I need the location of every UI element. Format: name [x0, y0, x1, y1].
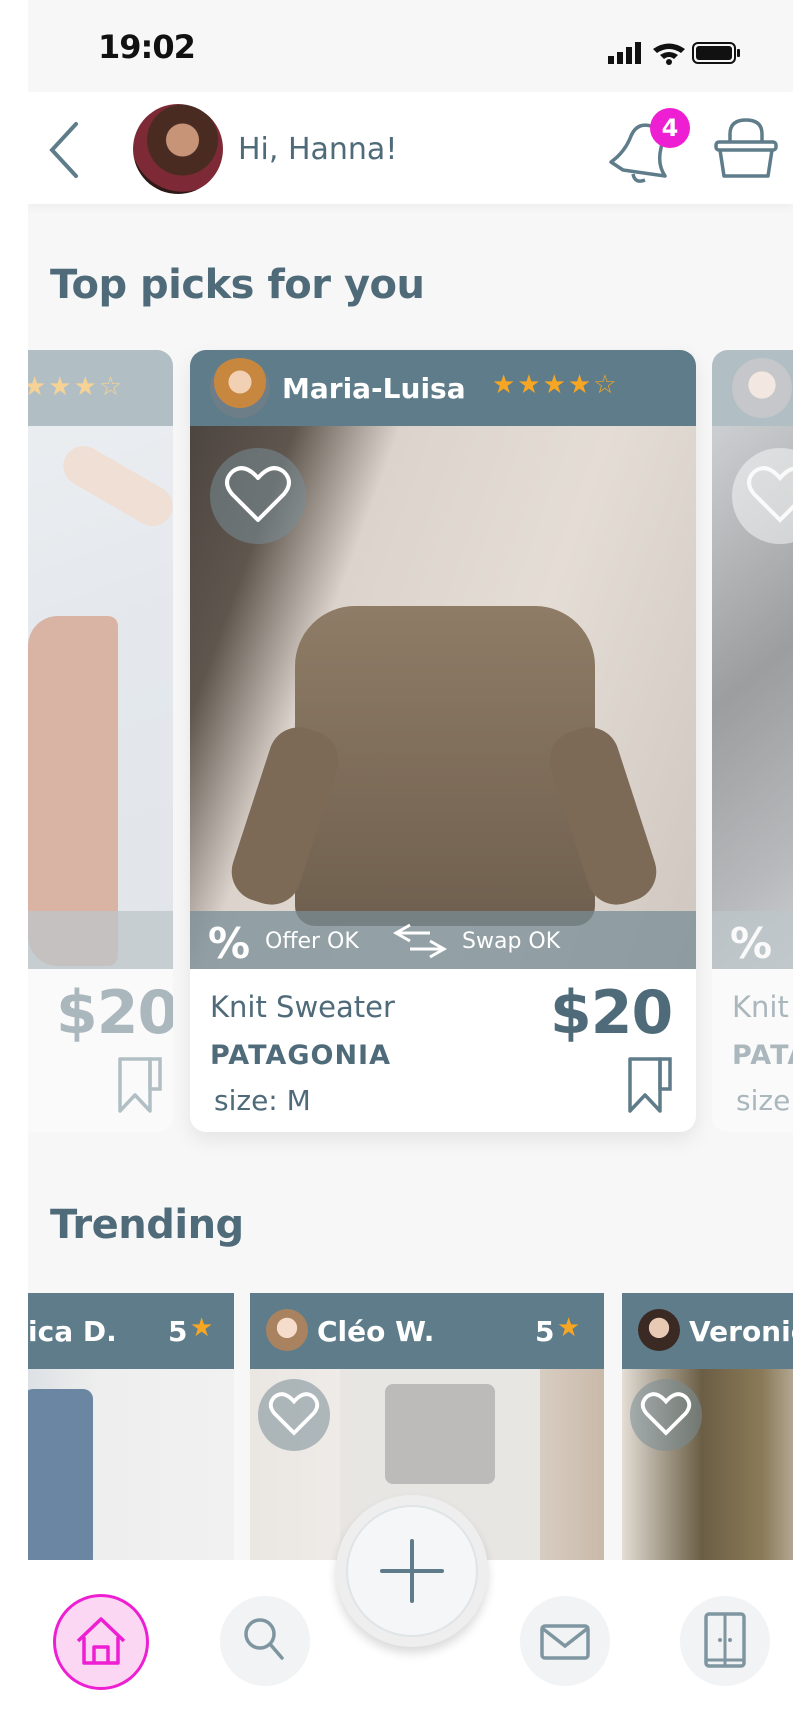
heart-icon: [268, 1392, 320, 1436]
signal-wifi-battery-icon: [608, 42, 740, 65]
trending-card[interactable]: Veronic: [622, 1293, 793, 1563]
tshirt-print: [385, 1384, 495, 1484]
favorite-button[interactable]: [210, 448, 306, 544]
plus-icon: [380, 1539, 444, 1603]
add-button-inner: [346, 1505, 478, 1637]
product-size: size: M: [214, 1084, 311, 1117]
top-picks-title: Top picks for you: [50, 262, 425, 308]
product-brand: PATAGONIA: [210, 1040, 391, 1071]
nav-messages[interactable]: [520, 1596, 610, 1686]
product-image[interactable]: [622, 1369, 793, 1563]
swap-arrows-icon: [392, 923, 448, 959]
seller-avatar[interactable]: [210, 358, 270, 418]
product-card-next[interactable]: % Knit PATA size: [712, 350, 793, 1132]
product-image[interactable]: [28, 426, 173, 969]
rating-stars: ★★★☆: [28, 372, 125, 402]
offer-swap-bar: % Offer OK Swap OK: [190, 911, 696, 969]
seller-avatar[interactable]: [638, 1309, 680, 1351]
product-brand: PATA: [732, 1040, 793, 1071]
heart-icon: [225, 466, 291, 522]
offer-swap-bar: [28, 911, 173, 969]
product-price: $20: [56, 978, 173, 1048]
nav-home[interactable]: [53, 1594, 149, 1690]
product-image[interactable]: [712, 426, 793, 969]
favorite-button[interactable]: [258, 1379, 330, 1451]
seller-avatar[interactable]: [266, 1309, 308, 1351]
search-icon: [244, 1618, 284, 1660]
product-name: Knit: [732, 990, 789, 1024]
seller-avatar[interactable]: [732, 358, 792, 418]
status-time: 19:02: [98, 28, 196, 66]
seller-name[interactable]: Cléo W.: [317, 1315, 434, 1348]
favorite-button[interactable]: [732, 448, 793, 544]
trending-card[interactable]: ica D. 5 ★: [28, 1293, 234, 1563]
add-listing-button[interactable]: [336, 1495, 488, 1647]
card-header: ica D. 5 ★: [28, 1293, 234, 1369]
card-header: Veronic: [622, 1293, 793, 1369]
favorite-button[interactable]: [630, 1379, 702, 1451]
product-image[interactable]: [28, 1369, 234, 1563]
rating-value: 5: [168, 1315, 188, 1348]
offer-swap-bar: %: [712, 911, 793, 969]
nav-wardrobe[interactable]: [680, 1596, 770, 1686]
product-card[interactable]: Maria-Luisa ★★★★☆ % Offer OK Swap OK Kni…: [190, 350, 696, 1132]
top-header: Hi, Hanna! 4: [28, 92, 793, 204]
rating-stars: ★★★★☆: [492, 370, 619, 400]
status-icons: [608, 40, 788, 65]
greeting-text: Hi, Hanna!: [238, 132, 398, 167]
heart-icon: [640, 1392, 692, 1436]
seller-name[interactable]: Veronic: [689, 1315, 793, 1348]
seller-name[interactable]: Maria-Luisa: [282, 372, 466, 405]
card-header: Maria-Luisa ★★★★☆: [190, 350, 696, 426]
home-icon: [76, 1617, 126, 1665]
notification-badge: 4: [650, 108, 690, 148]
offer-label: Offer OK: [265, 929, 359, 954]
product-size: size: [736, 1084, 791, 1117]
nav-search[interactable]: [220, 1596, 310, 1686]
card-header: [712, 350, 793, 426]
bookmark-icon[interactable]: [116, 1055, 164, 1115]
trending-title: Trending: [50, 1202, 244, 1248]
star-icon: ★: [557, 1313, 583, 1343]
seller-name[interactable]: ica D.: [28, 1315, 117, 1348]
heart-icon: [747, 466, 793, 523]
product-card-prev[interactable]: ★★★☆ $20: [28, 350, 173, 1132]
star-icon: ★: [190, 1313, 216, 1343]
left-margin: [0, 0, 28, 1718]
percent-icon: %: [730, 919, 773, 968]
bookmark-icon[interactable]: [626, 1055, 674, 1115]
percent-icon: %: [208, 919, 251, 968]
card-header: ★★★☆: [28, 350, 173, 426]
mail-icon: [540, 1624, 590, 1660]
product-image[interactable]: [190, 426, 696, 969]
denim-shape: [28, 1389, 93, 1563]
user-avatar[interactable]: [133, 104, 223, 194]
card-header: Cléo W. 5 ★: [250, 1293, 604, 1369]
back-button[interactable]: [46, 120, 86, 180]
arm-shape: [56, 438, 173, 534]
swap-label: Swap OK: [462, 929, 561, 954]
app-screen: 19:02 Hi, Hanna! 4 Top picks for you ★★★…: [28, 0, 793, 1718]
wardrobe-icon: [704, 1612, 746, 1668]
product-price: $20: [550, 978, 673, 1048]
product-name: Knit Sweater: [210, 990, 395, 1024]
rating-value: 5: [535, 1315, 555, 1348]
basket-icon[interactable]: [710, 112, 782, 184]
